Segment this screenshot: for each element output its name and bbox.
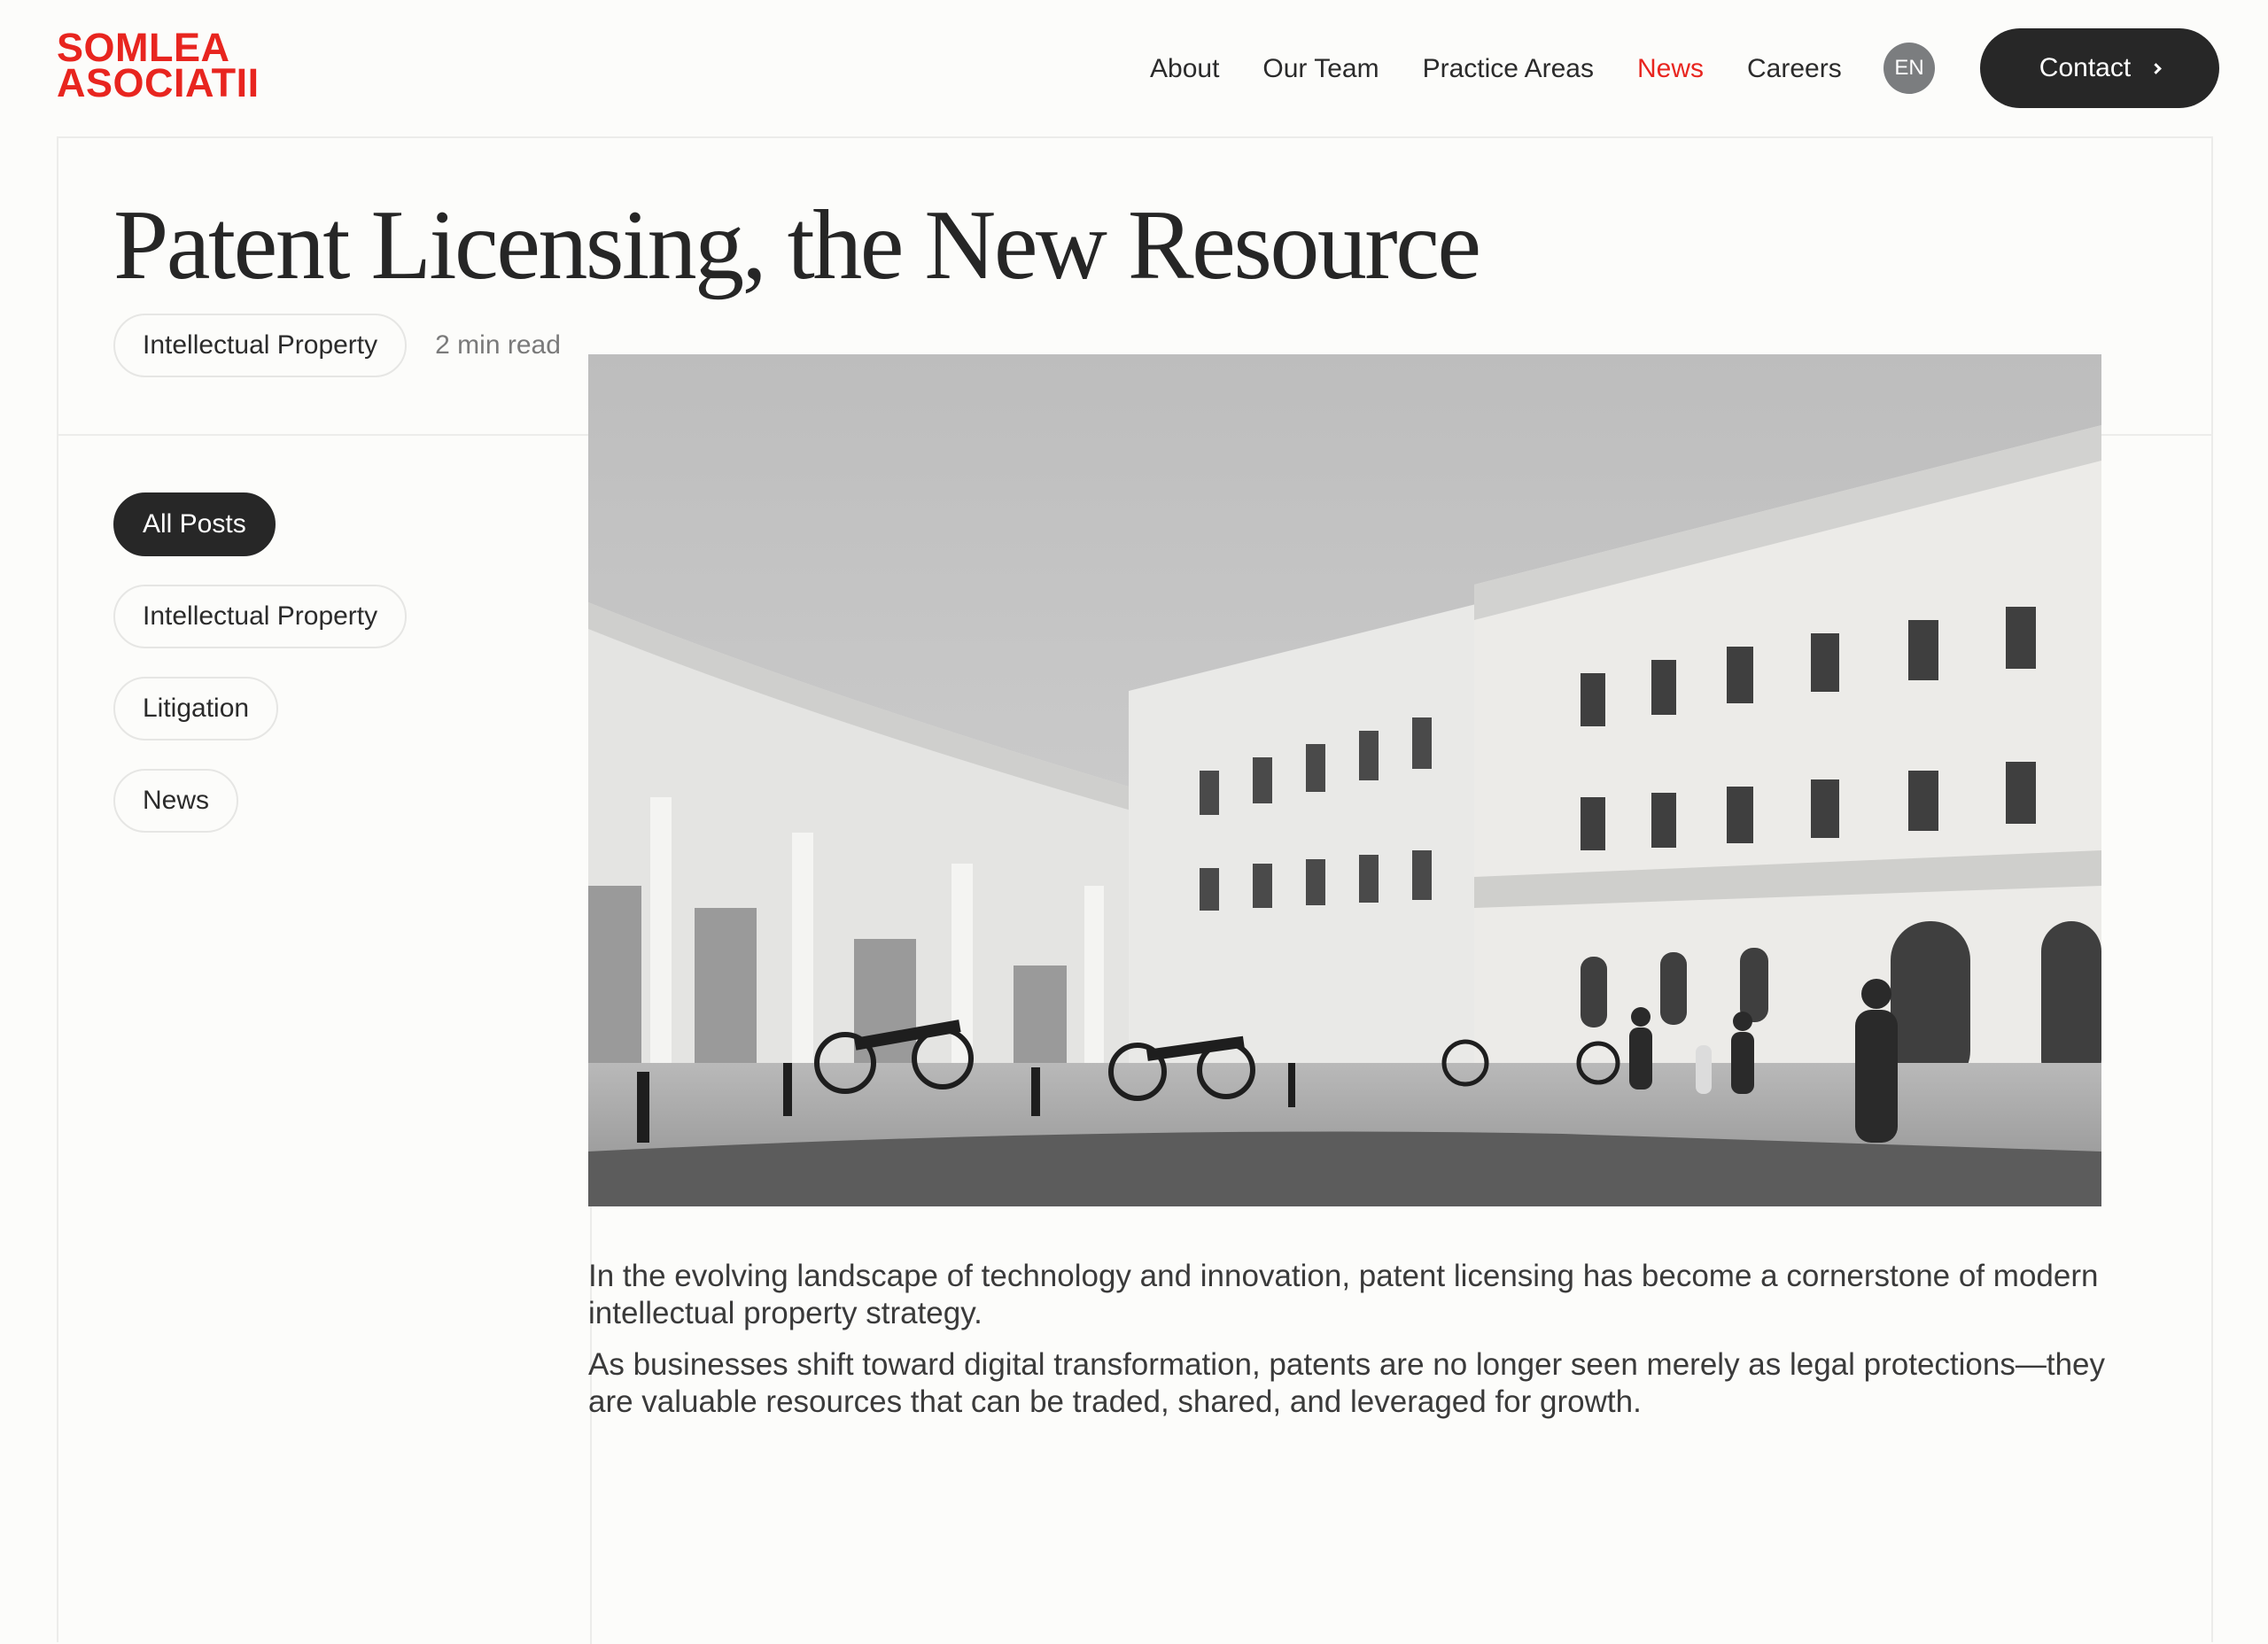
category-tag[interactable]: Intellectual Property [113, 314, 408, 377]
filter-news[interactable]: News [113, 769, 239, 833]
logo-line-2: ASOCIATII [57, 60, 260, 105]
filter-litigation[interactable]: Litigation [113, 677, 279, 741]
article-body: In the evolving landscape of technology … [588, 1258, 2112, 1435]
filter-all-posts[interactable]: All Posts [113, 492, 276, 556]
chevron-right-icon [2150, 62, 2163, 74]
page-title: Patent Licensing, the New Resource [113, 190, 1481, 300]
nav-item-our-team[interactable]: Our Team [1262, 54, 1379, 84]
article-paragraph: In the evolving landscape of technology … [588, 1259, 2099, 1330]
contact-button[interactable]: Contact [1980, 28, 2219, 108]
contact-button-label: Contact [2039, 53, 2132, 82]
nav-item-news[interactable]: News [1637, 54, 1704, 84]
site-logo[interactable]: SOMLEA ASOCIATII [57, 27, 260, 105]
post-meta: Intellectual Property 2 min read [113, 314, 561, 377]
nav-item-practice-areas[interactable]: Practice Areas [1423, 54, 1594, 84]
filter-intellectual-property[interactable]: Intellectual Property [113, 585, 408, 648]
category-filters: All Posts Intellectual Property Litigati… [113, 492, 408, 861]
category-sidebar: All Posts Intellectual Property Litigati… [58, 438, 592, 1644]
nav-item-about[interactable]: About [1150, 54, 1219, 84]
main-nav: About Our Team Practice Areas News Caree… [1150, 50, 1885, 89]
nav-item-careers[interactable]: Careers [1747, 54, 1842, 84]
hero-image [588, 354, 2101, 1206]
site-header: SOMLEA ASOCIATII About Our Team Practice… [0, 0, 2268, 136]
language-switcher[interactable]: EN [1884, 43, 1935, 94]
article-paragraph: As businesses shift toward digital trans… [588, 1347, 2106, 1419]
read-time: 2 min read [435, 330, 561, 360]
